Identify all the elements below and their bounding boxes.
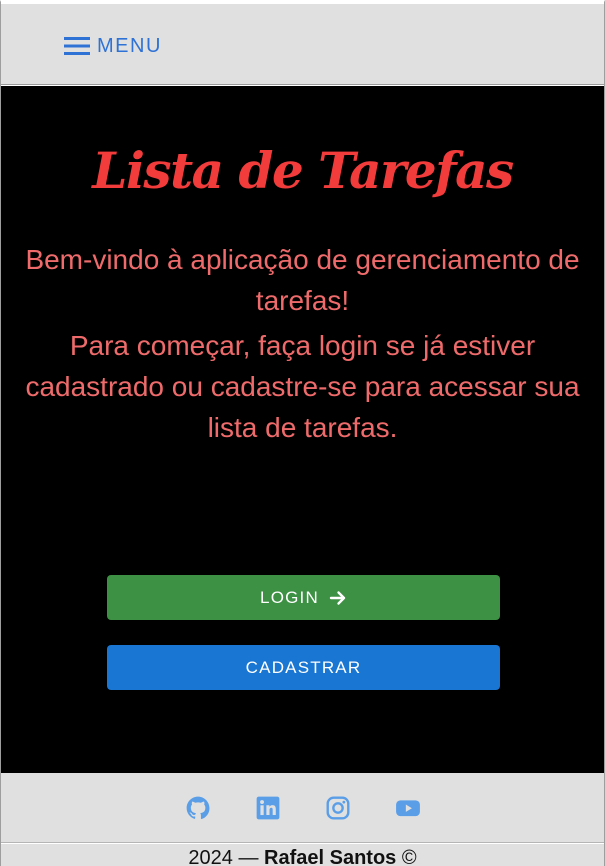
welcome-message: Bem-vindo à aplicação de gerenciamento d… [25,244,580,316]
instagram-icon [326,796,350,820]
arrow-right-icon [329,590,346,605]
copyright-year: 2024 — [188,847,259,866]
login-button[interactable]: LOGIN [107,575,500,620]
linkedin-link[interactable] [255,795,281,821]
github-icon [186,796,210,820]
register-button[interactable]: CADASTRAR [107,645,500,690]
instructions-message: Para começar, faça login se já estiver c… [25,330,580,443]
instagram-link[interactable] [325,795,351,821]
menu-label: MENU [97,34,162,57]
social-footer [1,773,604,843]
main-content: Lista de Tarefas Bem-vindo à aplicação d… [1,86,604,773]
login-button-label: LOGIN [260,587,319,607]
author-name: Rafael Santos [264,847,397,866]
page: MENU Lista de Tarefas Bem-vindo à aplica… [0,0,605,866]
hamburger-icon [64,37,90,55]
register-button-label: CADASTRAR [245,657,362,677]
copyright-symbol: © [401,847,417,866]
top-app-bar: MENU [1,4,604,85]
youtube-link[interactable] [395,795,421,821]
copyright-bar: 2024 — Rafael Santos © [1,844,604,866]
menu-button[interactable]: MENU [63,32,162,60]
github-link[interactable] [185,795,211,821]
linkedin-icon [256,796,280,820]
page-title: Lista de Tarefas [92,141,514,200]
youtube-icon [396,800,420,817]
